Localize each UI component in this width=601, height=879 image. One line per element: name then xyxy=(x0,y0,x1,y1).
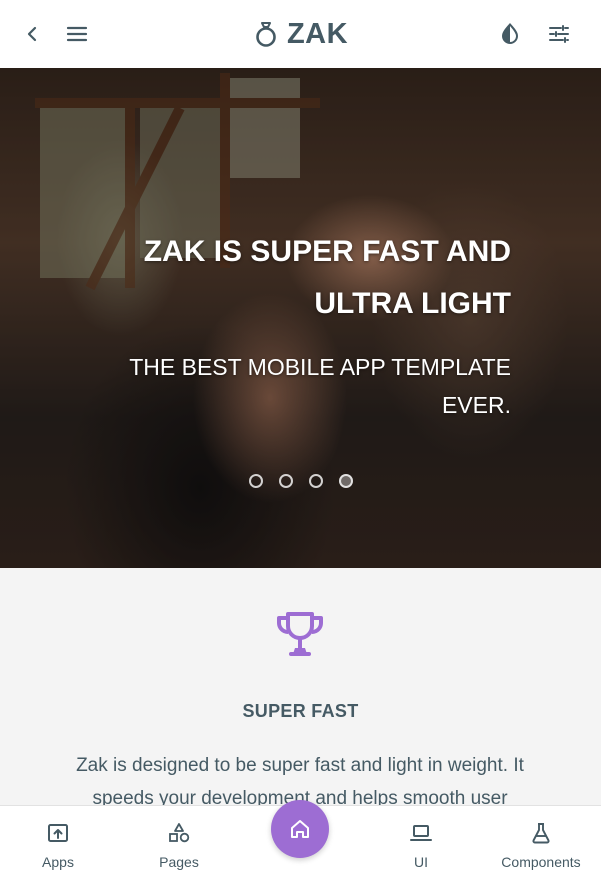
bottom-navigation: Apps Pages UI Components xyxy=(0,800,601,879)
nav-item-label: Pages xyxy=(159,854,199,870)
laptop-icon xyxy=(410,825,432,841)
trophy-icon xyxy=(277,612,323,656)
nav-item-components[interactable]: Components xyxy=(491,806,591,879)
back-button[interactable] xyxy=(12,14,52,54)
hamburger-menu-icon xyxy=(66,26,88,42)
home-button[interactable] xyxy=(271,800,329,858)
flask-icon xyxy=(532,823,550,844)
settings-button[interactable] xyxy=(539,14,579,54)
nav-item-label: Components xyxy=(501,854,581,870)
app-header: ZAK xyxy=(0,0,601,68)
brand-name: ZAK xyxy=(286,17,349,50)
sliders-icon xyxy=(549,25,569,43)
upload-box-icon xyxy=(48,824,68,842)
slider-dot-3[interactable] xyxy=(308,474,323,488)
home-icon xyxy=(291,820,309,838)
nav-item-label: UI xyxy=(414,854,428,870)
feature-section: SUPER FAST Zak is designed to be super f… xyxy=(0,568,601,809)
chevron-left-icon xyxy=(27,26,37,42)
nav-item-ui[interactable]: UI xyxy=(391,806,451,879)
shapes-icon xyxy=(169,823,190,843)
slider-dot-4[interactable] xyxy=(338,474,353,488)
contrast-icon xyxy=(501,22,519,44)
feature-title: SUPER FAST xyxy=(242,701,359,721)
nav-item-pages[interactable]: Pages xyxy=(149,806,209,879)
ring-icon xyxy=(256,22,276,47)
nav-item-label: Apps xyxy=(42,854,74,870)
slider-dot-1[interactable] xyxy=(248,474,263,488)
slider-pagination xyxy=(0,474,601,488)
hero-title: ZAK IS SUPER FAST AND ULTRA LIGHT xyxy=(143,235,511,320)
nav-item-apps[interactable]: Apps xyxy=(28,806,88,879)
hero-subtitle: THE BEST MOBILE APP TEMPLATE EVER. xyxy=(129,354,511,418)
menu-button[interactable] xyxy=(57,14,97,54)
theme-toggle-button[interactable] xyxy=(490,14,530,54)
hero-slider[interactable]: ZAK IS SUPER FAST AND ULTRA LIGHT THE BE… xyxy=(0,68,601,568)
slider-dot-2[interactable] xyxy=(278,474,293,488)
